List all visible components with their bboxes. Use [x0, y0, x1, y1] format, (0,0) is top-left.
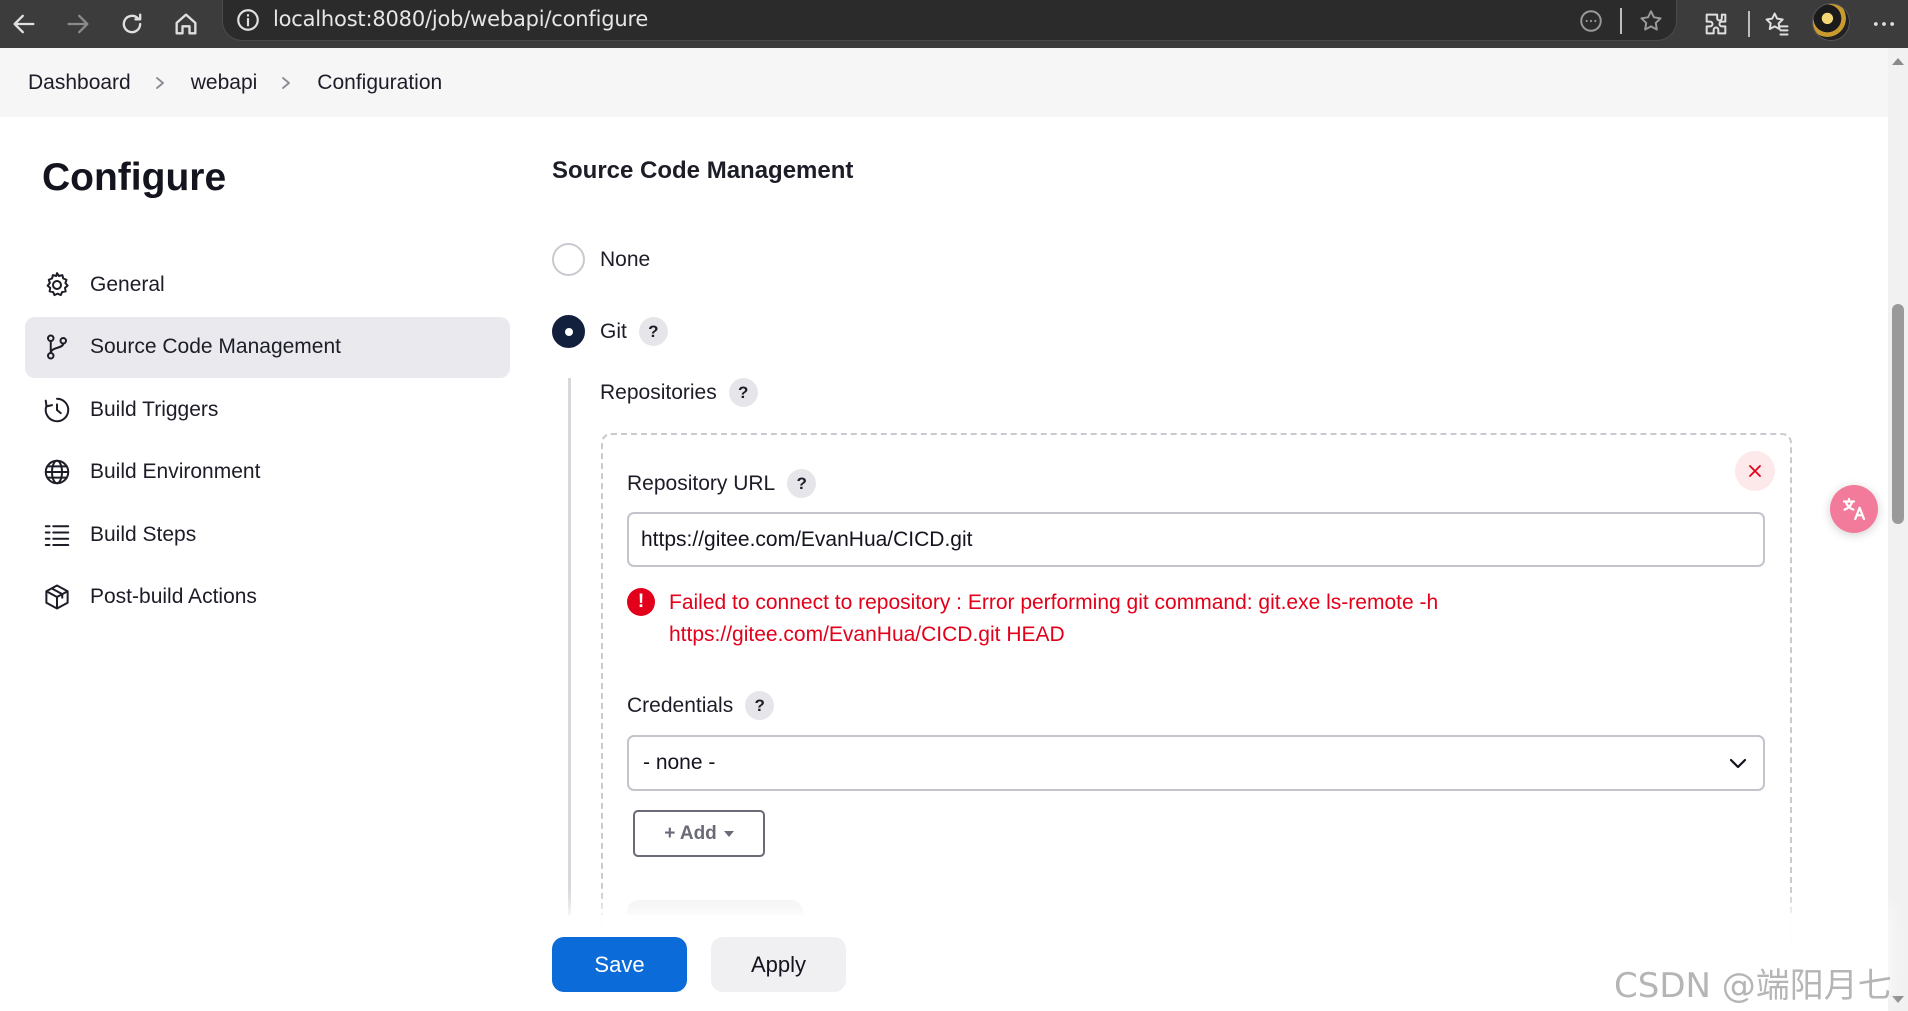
extensions-icon — [1705, 13, 1727, 35]
list-icon — [42, 520, 72, 550]
scm-option-git[interactable]: Git ? — [552, 315, 668, 348]
address-bar[interactable]: localhost:8080/job/webapi/configure — [222, 0, 1677, 41]
sidebar-item-label: General — [90, 272, 165, 296]
credentials-help-icon[interactable]: ? — [745, 691, 775, 720]
add-favorite-button[interactable] — [1636, 6, 1666, 36]
globe-icon — [42, 457, 72, 487]
page-title: Configure — [42, 156, 227, 199]
git-help-icon[interactable]: ? — [638, 317, 668, 346]
repositories-help-icon[interactable]: ? — [728, 378, 758, 407]
error-text: Failed to connect to repository : Error … — [669, 587, 1438, 651]
chevron-down-icon — [1729, 758, 1747, 769]
url-text[interactable]: localhost:8080/job/webapi/configure — [273, 7, 648, 31]
home-icon — [175, 13, 197, 35]
sidebar-item-source-code-management[interactable]: Source Code Management — [25, 316, 510, 378]
browser-toolbar: localhost:8080/job/webapi/configure — [0, 0, 1908, 48]
address-bar-actions — [1576, 0, 1676, 41]
none-radio[interactable] — [552, 243, 585, 276]
scrollbar-thumb[interactable] — [1892, 304, 1904, 524]
chevron-right-icon — [279, 76, 293, 90]
sidebar-item-label: Post-build Actions — [90, 585, 257, 608]
clock-icon — [42, 395, 72, 425]
back-arrow-icon — [13, 14, 35, 34]
add-credentials-button[interactable]: + Add — [633, 810, 765, 857]
repo-error-message: ! Failed to connect to repository : Erro… — [627, 587, 1727, 651]
more-icon — [1873, 22, 1895, 26]
toolbar-divider — [1748, 11, 1750, 37]
package-icon — [42, 582, 72, 612]
remove-repository-button[interactable] — [1735, 451, 1775, 491]
favorite-star-icon — [1640, 9, 1662, 31]
sidebar-item-build-triggers[interactable]: Build Triggers — [25, 379, 510, 440]
git-section-rail — [568, 378, 571, 918]
scroll-up-arrow-icon[interactable] — [1892, 58, 1904, 65]
scm-option-none[interactable]: None — [552, 243, 650, 276]
error-line-2: https://gitee.com/EvanHua/CICD.git HEAD — [669, 623, 1065, 646]
watermark: CSDN @端阳月七 — [1614, 966, 1892, 1006]
refresh-button[interactable] — [112, 4, 152, 44]
add-credentials-label: + Add — [664, 822, 717, 844]
repositories-label-row: Repositories ? — [600, 378, 758, 407]
extensions-button[interactable] — [1696, 4, 1736, 44]
back-button[interactable] — [4, 4, 44, 44]
sidebar-item-build-steps[interactable]: Build Steps — [25, 504, 510, 565]
gear-icon — [42, 270, 72, 300]
scroll-down-arrow-icon[interactable] — [1892, 996, 1904, 1003]
credentials-select[interactable]: - none - — [627, 735, 1765, 791]
translate-button[interactable] — [1830, 485, 1878, 533]
favorites-button[interactable] — [1757, 4, 1797, 44]
section-title: Source Code Management — [552, 157, 854, 184]
git-radio[interactable] — [552, 315, 585, 348]
sidebar-item-post-build-actions[interactable]: Post-build Actions — [25, 567, 510, 628]
repo-url-input[interactable]: https://gitee.com/EvanHua/CICD.git — [627, 512, 1765, 567]
sidebar-item-label: Build Triggers — [90, 397, 219, 421]
repositories-label: Repositories — [600, 380, 717, 404]
breadcrumb-configuration[interactable]: Configuration — [317, 71, 442, 95]
none-radio-label: None — [600, 247, 651, 271]
breadcrumb-webapi[interactable]: webapi — [191, 71, 258, 95]
sidebar-item-label: Build Environment — [90, 460, 261, 483]
reader-mode-button[interactable] — [1576, 6, 1606, 36]
repository-entry — [601, 433, 1792, 953]
sidebar-item-label: Build Steps — [90, 522, 197, 546]
sidebar-item-build-environment[interactable]: Build Environment — [25, 442, 510, 503]
branch-icon — [42, 332, 72, 362]
chevron-right-icon — [153, 76, 167, 90]
apply-button[interactable]: Apply — [711, 937, 846, 992]
translate-icon — [1842, 497, 1866, 521]
credentials-selected-value: - none - — [643, 751, 716, 774]
reader-mode-icon — [1580, 9, 1602, 32]
sidebar-item-general[interactable]: General — [25, 254, 510, 315]
home-button[interactable] — [166, 4, 206, 44]
more-menu-button[interactable] — [1864, 4, 1904, 44]
close-icon — [1749, 465, 1761, 477]
forward-button[interactable] — [58, 4, 98, 44]
save-button[interactable]: Save — [552, 937, 687, 992]
sidebar-item-label: Source Code Management — [90, 335, 341, 358]
repo-url-label-row: Repository URL ? — [627, 469, 817, 498]
credentials-label: Credentials — [627, 693, 734, 717]
error-line-1: Failed to connect to repository : Error … — [669, 591, 1439, 614]
toolbar-divider — [1620, 7, 1622, 34]
forward-arrow-icon — [67, 14, 89, 34]
breadcrumb: Dashboard webapi Configuration — [0, 48, 1888, 117]
info-icon[interactable] — [235, 7, 261, 33]
git-radio-label: Git — [600, 319, 627, 343]
favorites-icon — [1765, 12, 1789, 36]
profile-avatar[interactable] — [1812, 3, 1850, 41]
config-sidebar: General Source Code Management Build Tri… — [25, 254, 510, 629]
credentials-label-row: Credentials ? — [627, 691, 775, 720]
page-scrollbar[interactable] — [1888, 48, 1908, 1011]
repo-url-label: Repository URL — [627, 471, 776, 495]
breadcrumb-dashboard[interactable]: Dashboard — [28, 71, 131, 95]
repo-url-help-icon[interactable]: ? — [787, 469, 817, 498]
error-icon: ! — [627, 588, 655, 616]
bottom-action-bar — [0, 915, 1888, 1011]
refresh-icon — [122, 13, 142, 34]
caret-down-icon — [723, 830, 734, 837]
